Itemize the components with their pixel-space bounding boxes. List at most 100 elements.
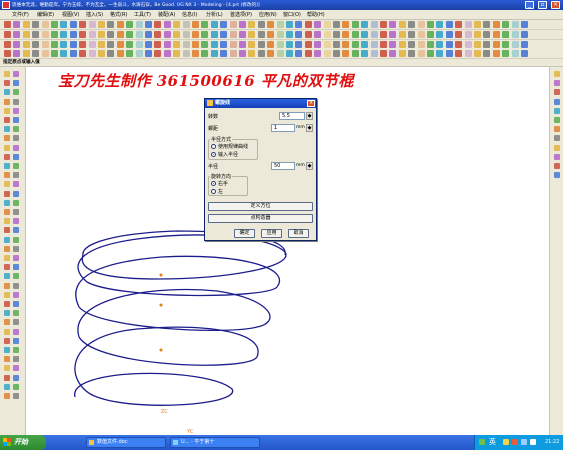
toolbar-button-icon[interactable]	[51, 50, 58, 57]
toolbar-button-icon[interactable]	[380, 50, 387, 57]
define-orientation-button[interactable]: 定义方位	[208, 202, 313, 211]
ok-button[interactable]: 确定	[234, 229, 255, 238]
toolbar-button-icon[interactable]	[323, 31, 331, 38]
toolbar-button-icon[interactable]	[88, 50, 96, 57]
toolbar-button-icon[interactable]	[210, 50, 218, 57]
turns-input[interactable]: 5.5	[279, 112, 305, 120]
toolbar-button-icon[interactable]	[126, 50, 134, 57]
side-toolbar-icon[interactable]	[13, 71, 19, 77]
menu-view[interactable]: 视图(V)	[62, 11, 79, 19]
pitch-options-button[interactable]: ◆	[306, 124, 313, 132]
toolbar-button-icon[interactable]	[502, 41, 510, 48]
taskbar-item-document[interactable]: 数值文件.doc	[86, 437, 166, 448]
toolbar-button-icon[interactable]	[370, 50, 378, 57]
side-toolbar-icon[interactable]	[4, 347, 10, 353]
toolbar-button-icon[interactable]	[417, 41, 425, 48]
toolbar-button-icon[interactable]	[502, 50, 510, 57]
toolbar-button-icon[interactable]	[276, 31, 284, 38]
side-toolbar-icon[interactable]	[13, 393, 19, 399]
apply-button[interactable]: 应用	[261, 229, 282, 238]
toolbar-button-icon[interactable]	[88, 31, 96, 38]
toolbar-button-icon[interactable]	[116, 50, 124, 57]
toolbar-button-icon[interactable]	[13, 21, 21, 28]
toolbar-button-icon[interactable]	[201, 31, 209, 38]
side-toolbar-icon[interactable]	[4, 117, 10, 123]
toolbar-button-icon[interactable]	[13, 50, 21, 57]
toolbar-button-icon[interactable]	[455, 31, 463, 38]
toolbar-button-icon[interactable]	[60, 50, 68, 57]
point-constructor-button[interactable]: 点构造器	[208, 214, 313, 223]
toolbar-button-icon[interactable]	[145, 50, 152, 57]
toolbar-button-icon[interactable]	[107, 21, 115, 28]
radius-input[interactable]: 50	[271, 162, 295, 170]
toolbar-button-icon[interactable]	[163, 31, 171, 38]
toolbar-button-icon[interactable]	[351, 21, 359, 28]
toolbar-button-icon[interactable]	[239, 50, 246, 57]
toolbar-button-icon[interactable]	[436, 41, 444, 48]
toolbar-button-icon[interactable]	[154, 21, 162, 28]
toolbar-button-icon[interactable]	[370, 21, 378, 28]
side-toolbar-icon[interactable]	[554, 117, 560, 123]
toolbar-button-icon[interactable]	[417, 50, 425, 57]
toolbar-button-icon[interactable]	[427, 31, 434, 38]
side-toolbar-icon[interactable]	[13, 190, 19, 197]
toolbar-button-icon[interactable]	[201, 50, 209, 57]
side-toolbar-icon[interactable]	[554, 172, 560, 179]
side-toolbar-icon[interactable]	[13, 347, 19, 353]
side-toolbar-icon[interactable]	[4, 255, 10, 261]
side-toolbar-icon[interactable]	[13, 199, 19, 206]
toolbar-button-icon[interactable]	[380, 41, 387, 48]
toolbar-button-icon[interactable]	[492, 21, 500, 28]
radius-law-radio[interactable]	[211, 144, 216, 149]
toolbar-button-icon[interactable]	[502, 21, 510, 28]
toolbar-button-icon[interactable]	[239, 41, 246, 48]
radius-options-button[interactable]: ◆	[306, 162, 313, 170]
side-toolbar-icon[interactable]	[13, 117, 19, 123]
toolbar-button-icon[interactable]	[220, 50, 228, 57]
toolbar-button-icon[interactable]	[408, 41, 416, 48]
toolbar-button-icon[interactable]	[511, 41, 519, 48]
side-toolbar-icon[interactable]	[13, 80, 19, 87]
toolbar-button-icon[interactable]	[220, 41, 228, 48]
side-toolbar-icon[interactable]	[4, 227, 10, 234]
toolbar-button-icon[interactable]	[398, 31, 406, 38]
toolbar-button-icon[interactable]	[474, 41, 481, 48]
toolbar-button-icon[interactable]	[267, 50, 275, 57]
toolbar-button-icon[interactable]	[107, 31, 115, 38]
toolbar-button-icon[interactable]	[314, 21, 322, 28]
toolbar-button-icon[interactable]	[445, 41, 453, 48]
toolbar-button-icon[interactable]	[276, 41, 284, 48]
toolbar-button-icon[interactable]	[192, 41, 199, 48]
side-toolbar-icon[interactable]	[13, 218, 19, 225]
toolbar-button-icon[interactable]	[41, 41, 49, 48]
side-toolbar-icon[interactable]	[554, 163, 560, 169]
toolbar-button-icon[interactable]	[173, 31, 181, 38]
toolbar-button-icon[interactable]	[22, 41, 30, 48]
toolbar-button-icon[interactable]	[4, 31, 11, 38]
toolbar-button-icon[interactable]	[417, 21, 425, 28]
menu-format[interactable]: 格式(R)	[110, 11, 127, 19]
side-toolbar-icon[interactable]	[13, 245, 19, 252]
side-toolbar-icon[interactable]	[554, 107, 560, 114]
toolbar-button-icon[interactable]	[248, 50, 256, 57]
side-toolbar-icon[interactable]	[4, 393, 10, 399]
side-toolbar-icon[interactable]	[13, 264, 19, 271]
toolbar-button-icon[interactable]	[98, 41, 105, 48]
toolbar-button-icon[interactable]	[13, 31, 21, 38]
toolbar-button-icon[interactable]	[436, 50, 444, 57]
menu-window[interactable]: 窗口(O)	[283, 11, 301, 19]
toolbar-button-icon[interactable]	[351, 41, 359, 48]
toolbar-button-icon[interactable]	[32, 41, 40, 48]
side-toolbar-icon[interactable]	[4, 310, 10, 317]
toolbar-button-icon[interactable]	[126, 21, 134, 28]
toolbar-button-icon[interactable]	[333, 41, 340, 48]
toolbar-button-icon[interactable]	[4, 21, 11, 28]
toolbar-button-icon[interactable]	[314, 50, 322, 57]
toolbar-button-icon[interactable]	[351, 50, 359, 57]
toolbar-button-icon[interactable]	[51, 31, 58, 38]
side-toolbar-icon[interactable]	[13, 135, 19, 142]
side-toolbar-icon[interactable]	[13, 374, 19, 381]
input-language[interactable]: 英	[489, 437, 496, 448]
side-toolbar-icon[interactable]	[13, 144, 19, 151]
side-toolbar-icon[interactable]	[13, 337, 19, 344]
